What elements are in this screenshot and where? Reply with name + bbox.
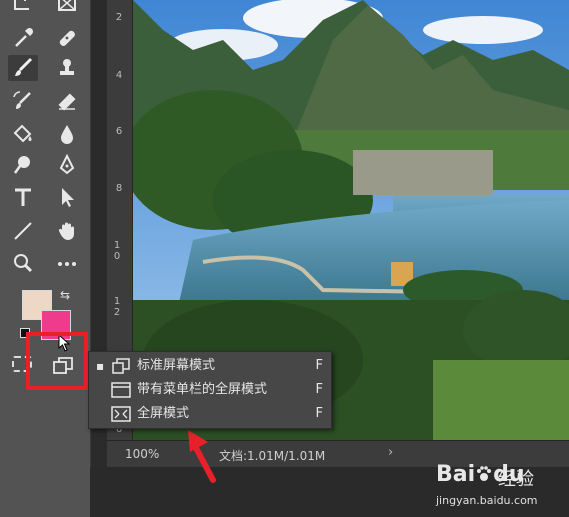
standard-screen-icon [112,358,130,374]
ruler-label: 4 [115,70,123,81]
menu-item-label: 标准屏幕模式 [137,358,216,373]
annotation-arrow [188,430,216,483]
path-selection-tool-icon[interactable] [52,184,82,210]
watermark-jingyan: 经验 [498,469,534,490]
highlight-box [26,332,88,390]
ruler-label: 1 2 [113,296,121,318]
history-brush-tool-icon[interactable] [8,88,38,114]
healing-brush-tool-icon[interactable] [52,25,82,51]
ruler-label: 1 0 [113,240,121,262]
menu-item-label: 全屏模式 [137,406,190,421]
fullscreen-menubar-icon [111,382,131,398]
screen-mode-menu: ▪ 标准屏幕模式 F 带有菜单栏的全屏模式 F 全屏模式 F [88,351,332,429]
tools-panel: ⇆ [0,0,91,517]
status-menu-arrow[interactable]: › [388,445,393,460]
paw-icon [477,466,492,481]
menu-item-label: 带有菜单栏的全屏模式 [137,382,268,397]
menu-shortcut: F [315,382,323,397]
eraser-tool-icon[interactable] [52,88,82,114]
menu-shortcut: F [315,406,323,421]
baidu-jingyan-watermark: Bai du 经验 jingyan.baidu.com [436,454,566,514]
brush-tool-icon[interactable] [8,55,38,81]
zoom-level[interactable]: 100% [125,447,159,461]
document-info: 文档:1.01M/1.01M [219,449,326,463]
watermark-url: jingyan.baidu.com [436,494,538,507]
fullscreen-icon [111,406,131,422]
menu-shortcut: F [315,358,323,373]
menu-item-fullscreen-mode[interactable]: 全屏模式 F [89,402,331,426]
paint-bucket-tool-icon[interactable] [8,121,38,147]
hand-tool-icon[interactable] [52,218,82,244]
menu-item-fullscreen-with-menubar[interactable]: 带有菜单栏的全屏模式 F [89,378,331,402]
more-tools-icon[interactable] [52,250,82,276]
checked-indicator: ▪ [96,359,105,373]
ruler-label: 2 [115,12,123,23]
ruler-label: 6 [115,126,123,137]
zoom-tool-icon[interactable] [8,250,38,276]
type-tool-icon[interactable] [8,184,38,210]
swap-colors-icon[interactable]: ⇆ [60,288,70,302]
eyedropper-tool-icon[interactable] [8,25,38,51]
dodge-tool-icon[interactable] [8,152,38,178]
artboard-tool-icon[interactable] [8,0,38,18]
pen-tool-icon[interactable] [52,152,82,178]
line-tool-icon[interactable] [8,218,38,244]
clone-stamp-tool-icon[interactable] [52,55,82,81]
menu-item-standard-screen-mode[interactable]: ▪ 标准屏幕模式 F [89,354,331,378]
ruler-label: 8 [115,183,123,194]
blur-tool-icon[interactable] [52,121,82,147]
frame-tool-icon[interactable] [52,0,82,18]
